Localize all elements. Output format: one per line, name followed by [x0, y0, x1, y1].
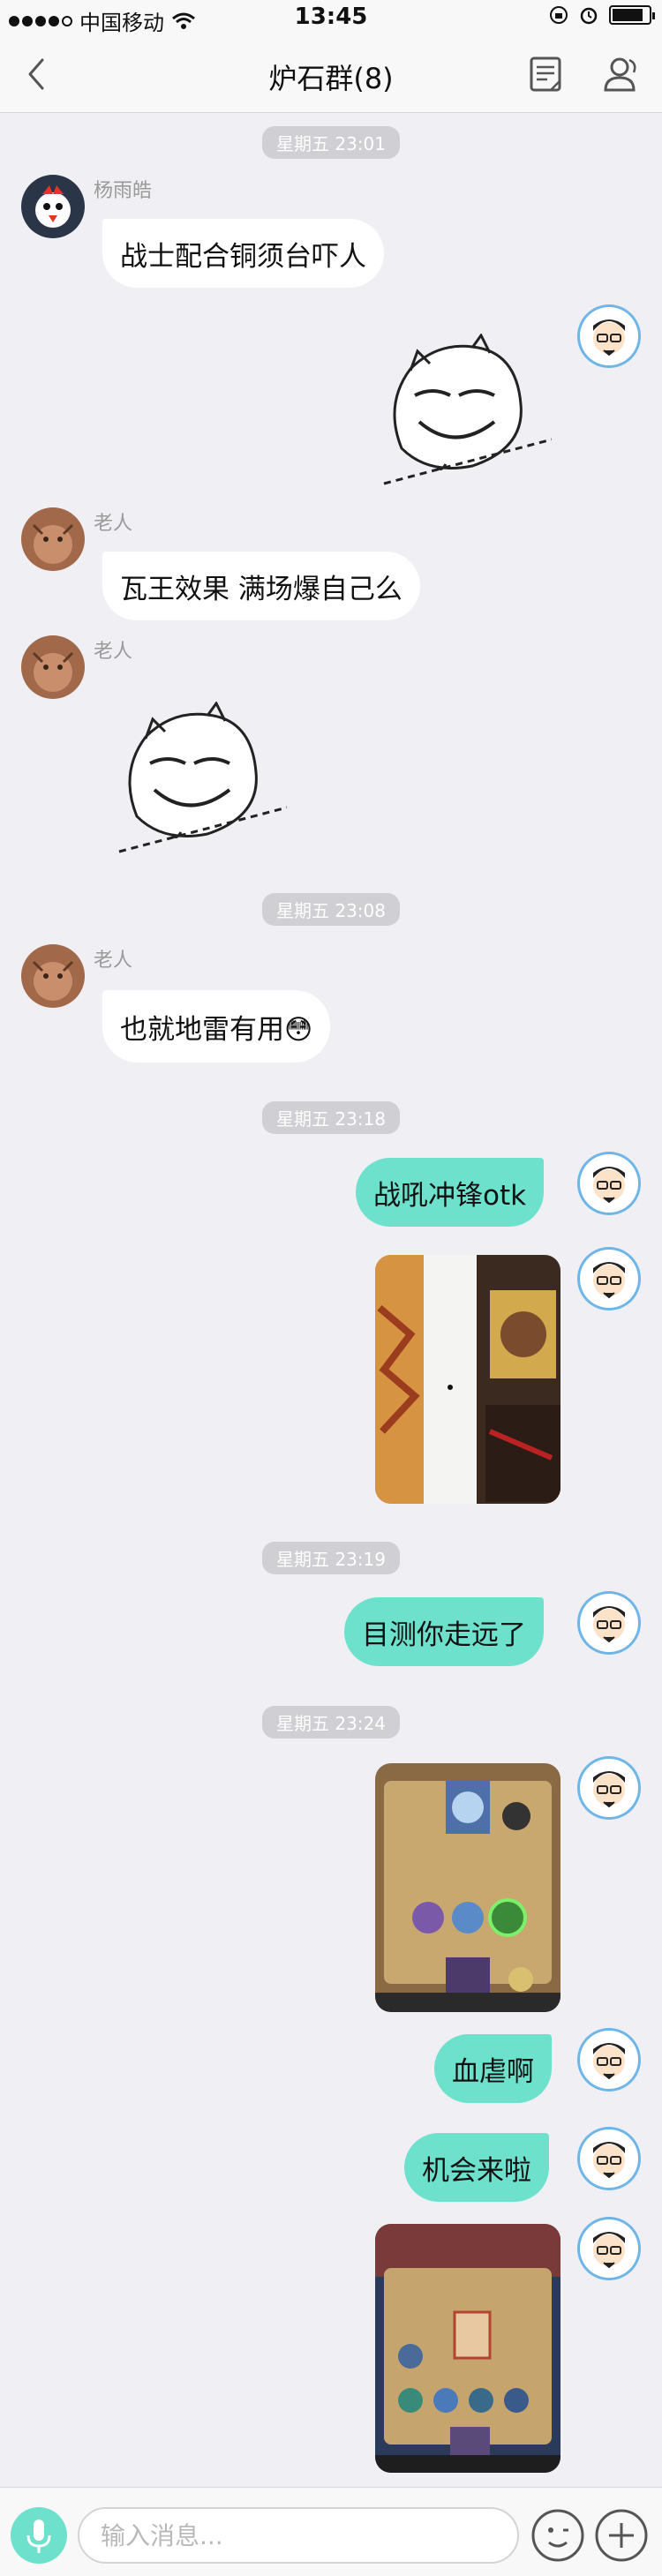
avatar-laoren[interactable] — [21, 507, 85, 571]
timestamp: 星期五 23:01 — [0, 126, 662, 159]
message-bubble[interactable]: 瓦王效果 满场爆自己么 — [102, 552, 420, 620]
message-text: 血虐啊 — [452, 2055, 534, 2088]
message-bubble[interactable]: 战士配合铜须台吓人 — [102, 219, 384, 288]
avatar-yangyuhao[interactable] — [21, 175, 85, 238]
avatar-me[interactable] — [577, 2127, 641, 2190]
timestamp: 星期五 23:19 — [0, 1542, 662, 1574]
microphone-icon — [26, 2520, 51, 2553]
avatar-me[interactable] — [577, 2217, 641, 2280]
message-bubble[interactable]: 机会来啦 — [404, 2133, 549, 2202]
alarm-icon — [580, 7, 598, 25]
timestamp: 星期五 23:18 — [0, 1101, 662, 1134]
timestamp: 星期五 23:08 — [0, 893, 662, 926]
battery-icon — [609, 5, 655, 25]
message-text: 机会来啦 — [422, 2154, 531, 2187]
sender-name: 老人 — [94, 950, 133, 972]
notes-icon[interactable] — [526, 55, 565, 94]
message-text: 瓦王效果 满场爆自己么 — [120, 573, 402, 605]
voice-button[interactable] — [11, 2507, 67, 2564]
status-bar: 中国移动 13:45 — [0, 0, 662, 35]
sender-name: 老人 — [94, 641, 133, 663]
message-text: 目测你走远了 — [362, 1618, 526, 1651]
message-bubble[interactable]: 目测你走远了 — [344, 1597, 544, 1666]
message-text: 战士配合铜须台吓人 — [120, 240, 366, 273]
battery-level — [613, 9, 643, 21]
emoji-icon[interactable] — [530, 2507, 586, 2564]
game-board-photo-2[interactable] — [375, 2224, 560, 2473]
message-text: 也就地雷有用😳 — [120, 1013, 313, 1046]
message-bubble[interactable]: 也就地雷有用😳 — [102, 990, 331, 1063]
message-text: 战吼冲锋otk — [373, 1179, 527, 1212]
game-card-photo[interactable] — [375, 1255, 560, 1504]
game-board-photo[interactable] — [375, 1763, 560, 2012]
avatar-me[interactable] — [577, 2028, 641, 2092]
orientation-lock-icon — [550, 6, 568, 24]
input-bar — [0, 2487, 662, 2576]
sender-name: 杨雨皓 — [94, 180, 153, 202]
avatar-me[interactable] — [577, 304, 641, 368]
avatar-me[interactable] — [577, 1152, 641, 1215]
group-members-icon[interactable] — [600, 55, 643, 94]
chat-screen: 中国移动 13:45 炉石群(8) 星期五 23:01 杨雨皓 战士配合铜须台吓… — [0, 0, 662, 2576]
nav-bar: 炉石群(8) — [0, 35, 662, 113]
avatar-me[interactable] — [577, 1756, 641, 1820]
plus-icon[interactable] — [593, 2507, 650, 2564]
smirk-face-sticker[interactable] — [375, 333, 553, 492]
avatar-me[interactable] — [577, 1591, 641, 1655]
avatar-me[interactable] — [577, 1247, 641, 1311]
sender-name: 老人 — [94, 513, 133, 535]
timestamp: 星期五 23:24 — [0, 1706, 662, 1739]
message-input[interactable] — [78, 2507, 519, 2564]
avatar-laoren[interactable] — [21, 635, 85, 699]
smirk-face-sticker[interactable] — [110, 701, 288, 860]
status-right — [549, 5, 655, 25]
message-bubble[interactable]: 血虐啊 — [434, 2034, 552, 2103]
message-bubble[interactable]: 战吼冲锋otk — [356, 1158, 545, 1227]
avatar-laoren[interactable] — [21, 944, 85, 1008]
